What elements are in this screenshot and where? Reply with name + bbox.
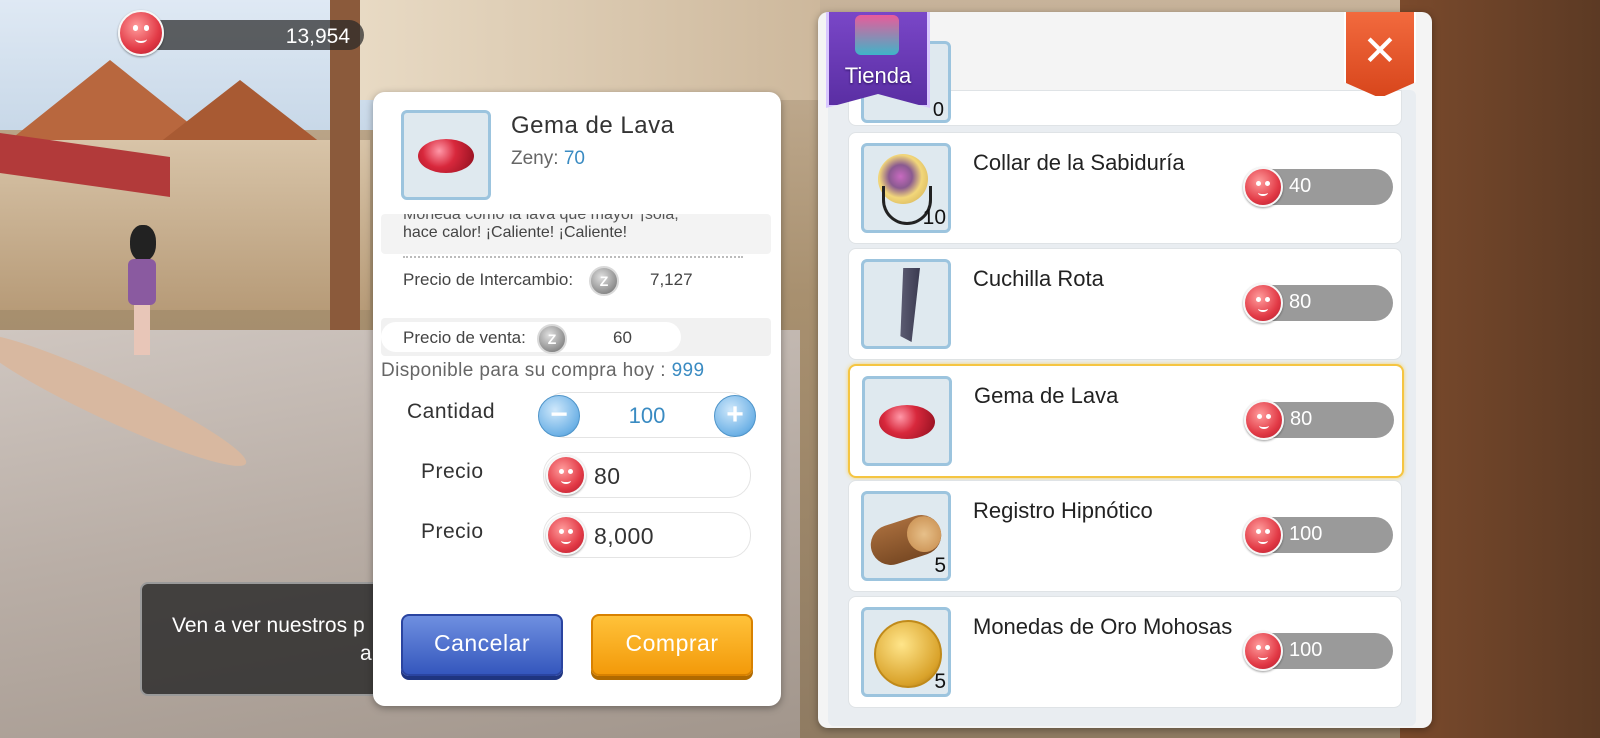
shop-item-card[interactable]: 5 Registro Hipnótico 100 [848, 480, 1402, 592]
buy-button[interactable]: Comprar [591, 614, 753, 676]
shop-item-card-selected[interactable]: Gema de Lava 80 [848, 364, 1404, 478]
shop-chest-icon [855, 15, 899, 55]
item-name: Gema de Lava [511, 112, 675, 139]
poring-coin-icon [118, 10, 164, 56]
description-line: hace calor! ¡Caliente! ¡Caliente! [403, 224, 628, 241]
shop-item-card[interactable]: 5 Monedas de Oro Mohosas 100 [848, 596, 1402, 708]
dotted-divider [403, 256, 743, 258]
item-name: Collar de la Sabiduría [973, 150, 1185, 175]
gold-coin-icon [874, 620, 942, 688]
house-facade [360, 0, 820, 100]
poring-coin-icon [546, 515, 586, 555]
unit-price-label: Precio [421, 460, 484, 483]
item-count: 0 [932, 99, 944, 121]
npc-dialogue-text: Ven a ver nuestros p [172, 614, 365, 637]
poring-coin-icon [546, 455, 586, 495]
item-icon-frame [861, 259, 951, 349]
item-price-value: 80 [1290, 408, 1313, 430]
total-price-field: 8,000 [543, 512, 751, 558]
shop-panel: 0 10 Collar de la Sabiduría 40 Cuchilla … [818, 12, 1432, 728]
item-price-value: 100 [1289, 523, 1323, 545]
item-price: 80 [1244, 400, 1394, 440]
item-description[interactable]: Moneda como la lava que mayor ¡sola, hac… [381, 214, 771, 254]
decrease-quantity-button[interactable]: − [538, 395, 580, 437]
description-cut-line: Moneda como la lava que mayor ¡sola, [403, 214, 679, 223]
currency-value: 13,954 [285, 25, 350, 48]
item-price: 100 [1243, 631, 1393, 671]
item-icon-frame [862, 376, 952, 466]
unit-price-field: 80 [543, 452, 751, 498]
zeny-value: 70 [563, 148, 585, 169]
close-button[interactable]: ✕ [1344, 12, 1416, 98]
shop-title: Tienda [844, 63, 912, 88]
item-icon-frame: 10 [861, 143, 951, 233]
lava-gem-icon [418, 139, 474, 173]
lava-gem-icon [879, 405, 935, 439]
available-value: 999 [671, 360, 705, 381]
quantity-label: Cantidad [407, 400, 496, 423]
total-price-label: Precio [421, 520, 484, 543]
character-head [130, 225, 156, 261]
poring-coin-icon [1243, 167, 1283, 207]
sale-price-label: Precio de venta: [403, 328, 526, 347]
zeny-coin-icon: Z [537, 324, 567, 354]
item-price: 40 [1243, 167, 1393, 207]
item-price-value: 100 [1289, 639, 1323, 661]
character-legs [134, 305, 150, 355]
player-character[interactable] [122, 225, 162, 355]
item-count: 5 [934, 554, 946, 577]
item-name: Gema de Lava [974, 383, 1119, 408]
item-count: 5 [934, 670, 946, 693]
exchange-price-value: 7,127 [650, 270, 693, 289]
currency-track: 13,954 [144, 20, 364, 50]
item-zeny: Zeny: 70 [511, 148, 585, 170]
currency-counter: 13,954 [118, 10, 364, 56]
available-today: Disponible para su compra hoy : 999 [381, 360, 704, 382]
sale-price-value: 60 [613, 328, 632, 347]
cancel-button[interactable]: Cancelar [401, 614, 563, 676]
item-price-value: 80 [1289, 291, 1312, 313]
poring-coin-icon [1243, 283, 1283, 323]
purchase-dialog: Gema de Lava Zeny: 70 Moneda como la lav… [373, 92, 781, 706]
exchange-price-label: Precio de Intercambio: [403, 270, 574, 289]
unit-price-value: 80 [594, 463, 621, 489]
zeny-coin-icon: Z [589, 266, 619, 296]
zeny-label: Zeny: [511, 148, 559, 169]
item-icon-frame [401, 110, 491, 200]
shop-title-banner: Tienda [826, 12, 930, 108]
item-name: Monedas de Oro Mohosas [973, 614, 1233, 639]
broken-blade-icon [900, 268, 920, 342]
npc-dialogue-text-tail: a [360, 642, 372, 665]
item-name: Registro Hipnótico [973, 498, 1153, 523]
quantity-stepper: 100 − + [538, 392, 756, 438]
sale-price-row: Precio de venta: Z 60 [381, 318, 771, 356]
poring-coin-icon [1243, 515, 1283, 555]
item-name: Cuchilla Rota [973, 266, 1104, 291]
item-price: 100 [1243, 515, 1393, 555]
shop-item-card-partial[interactable]: 0 [848, 41, 1402, 126]
poring-coin-icon [1243, 631, 1283, 671]
item-price-value: 40 [1289, 175, 1312, 197]
shop-item-card[interactable]: Cuchilla Rota 80 [848, 248, 1402, 360]
poring-coin-icon [1244, 400, 1284, 440]
character-body [128, 259, 156, 305]
total-price-value: 8,000 [594, 523, 655, 549]
item-icon-frame: 5 [861, 607, 951, 697]
npc-dialogue-box[interactable]: Ven a ver nuestros p a [140, 582, 394, 696]
item-price: 80 [1243, 283, 1393, 323]
item-icon-frame: 5 [861, 491, 951, 581]
item-count: 10 [922, 206, 946, 229]
increase-quantity-button[interactable]: + [714, 395, 756, 437]
available-label: Disponible para su compra hoy : [381, 360, 666, 381]
shop-item-card[interactable]: 10 Collar de la Sabiduría 40 [848, 132, 1402, 244]
